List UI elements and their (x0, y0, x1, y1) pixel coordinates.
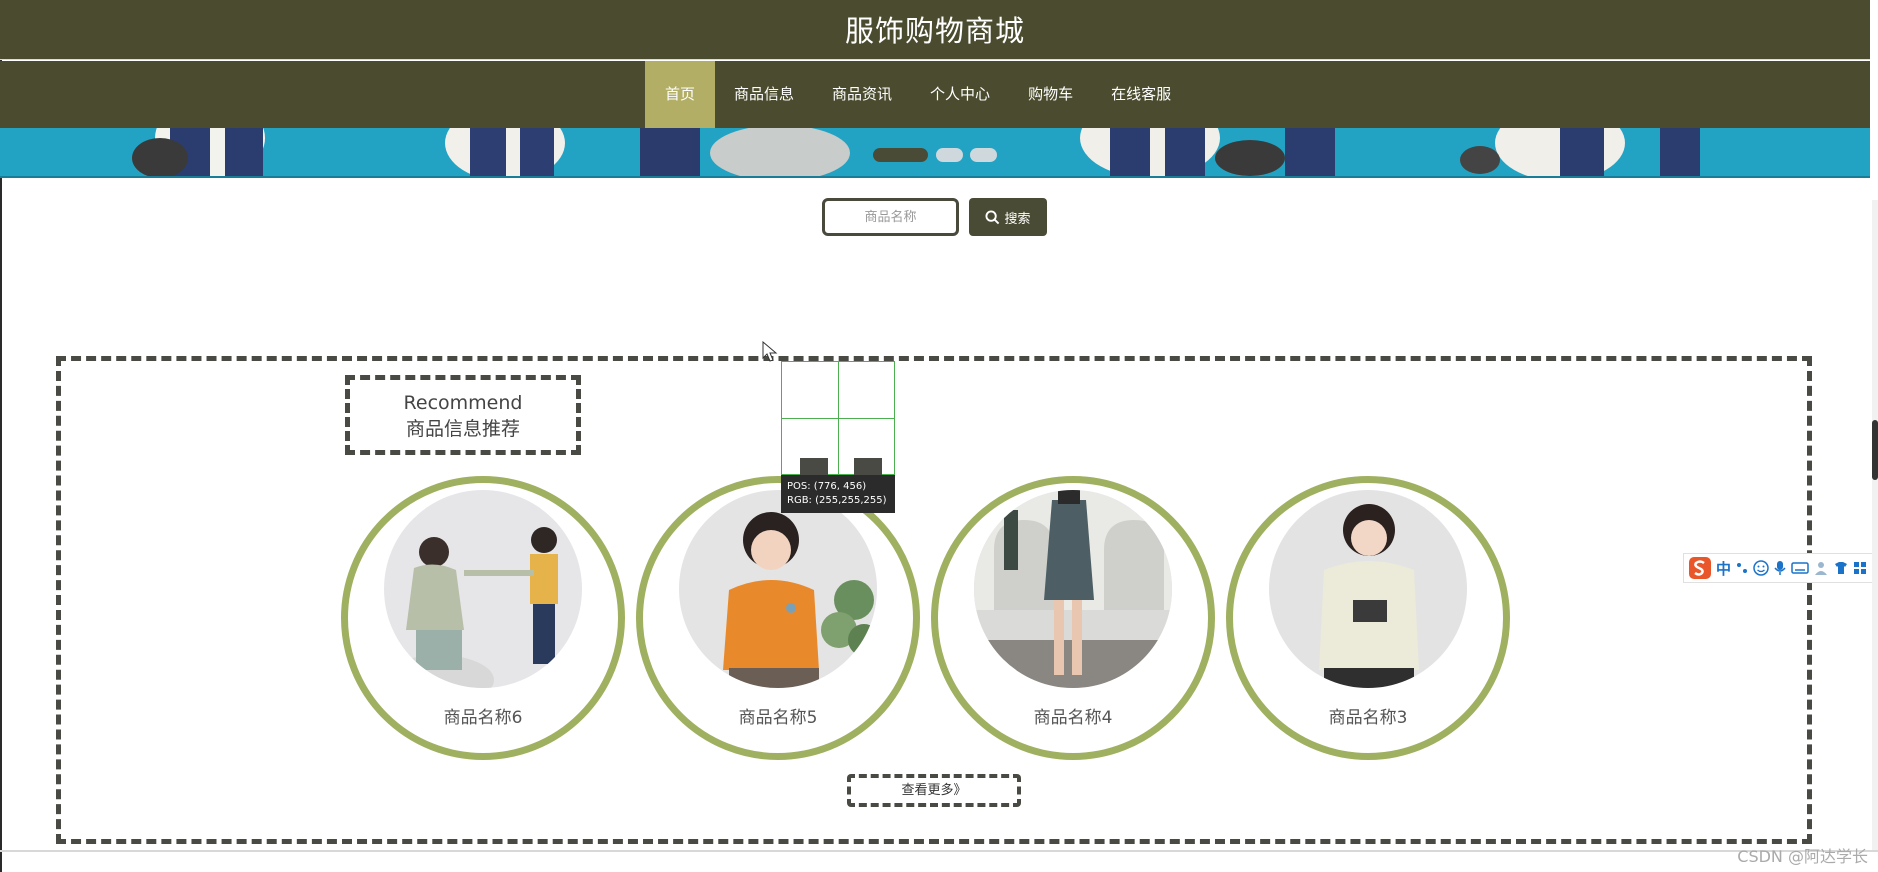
picker-pos: POS: (776, 456) (787, 481, 867, 492)
picker-rgb: RGB: (255,255,255) (787, 495, 887, 506)
recommend-title: Recommend 商品信息推荐 (345, 375, 581, 455)
site-header: 服饰购物商城 (0, 0, 1870, 60)
search-icon (985, 209, 1000, 224)
product-name: 商品名称6 (443, 708, 523, 728)
view-more-button[interactable]: 查看更多》 (847, 774, 1021, 807)
carousel-dot-2[interactable] (936, 148, 963, 162)
product-image (679, 490, 877, 688)
ime-mode[interactable]: 中 (1716, 558, 1731, 579)
banner-carousel[interactable] (0, 128, 1870, 178)
sogou-logo-icon[interactable] (1688, 556, 1712, 580)
product-card[interactable]: 商品名称3 (1226, 476, 1510, 760)
watermark: CSDN @阿达学长 (1737, 847, 1868, 866)
site-title: 服饰购物商城 (844, 14, 1025, 48)
user-icon[interactable] (1813, 560, 1829, 576)
emoji-icon[interactable] (1753, 560, 1769, 576)
nav-item-profile[interactable]: 个人中心 (911, 61, 1009, 128)
nav-item-products[interactable]: 商品信息 (715, 61, 813, 128)
scrollbar-track[interactable] (1872, 200, 1878, 850)
product-image (974, 490, 1172, 688)
microphone-icon[interactable] (1773, 560, 1787, 576)
scrollbar-thumb[interactable] (1872, 420, 1878, 480)
keyboard-icon[interactable] (1791, 561, 1809, 575)
product-card[interactable]: 商品名称6 (341, 476, 625, 760)
color-picker-magnifier (781, 361, 895, 476)
page-bottom-divider (0, 850, 1878, 852)
nav-item-support[interactable]: 在线客服 (1092, 61, 1190, 128)
recommend-title-cn: 商品信息推荐 (405, 418, 520, 440)
nav-item-cart[interactable]: 购物车 (1009, 61, 1092, 128)
nav-item-home[interactable]: 首页 (645, 61, 716, 128)
search-input[interactable] (822, 198, 959, 236)
ime-toolbar[interactable]: 中 (1683, 553, 1878, 583)
skin-icon[interactable] (1833, 560, 1849, 576)
recommend-title-en: Recommend (403, 392, 523, 414)
color-picker-tooltip: POS: (776, 456) RGB: (255,255,255) (781, 475, 895, 513)
search-button-label: 搜索 (1004, 211, 1031, 227)
product-card[interactable]: 商品名称4 (931, 476, 1215, 760)
product-name: 商品名称4 (1033, 708, 1113, 728)
carousel-dot-3[interactable] (970, 148, 997, 162)
nav-item-news[interactable]: 商品资讯 (813, 61, 911, 128)
product-image (384, 490, 582, 688)
product-name: 商品名称3 (1328, 708, 1408, 728)
punctuation-icon[interactable] (1735, 561, 1749, 575)
main-nav: 首页 商品信息 商品资讯 个人中心 购物车 在线客服 (0, 61, 1870, 128)
product-card[interactable]: 商品名称5 (636, 476, 920, 760)
toolbox-icon[interactable] (1853, 561, 1867, 575)
banner-photo (0, 128, 1870, 176)
mouse-cursor-icon (762, 341, 778, 362)
carousel-dot-1[interactable] (873, 148, 928, 162)
product-name: 商品名称5 (738, 708, 818, 728)
search-button[interactable]: 搜索 (969, 198, 1047, 236)
product-image (1269, 490, 1467, 688)
